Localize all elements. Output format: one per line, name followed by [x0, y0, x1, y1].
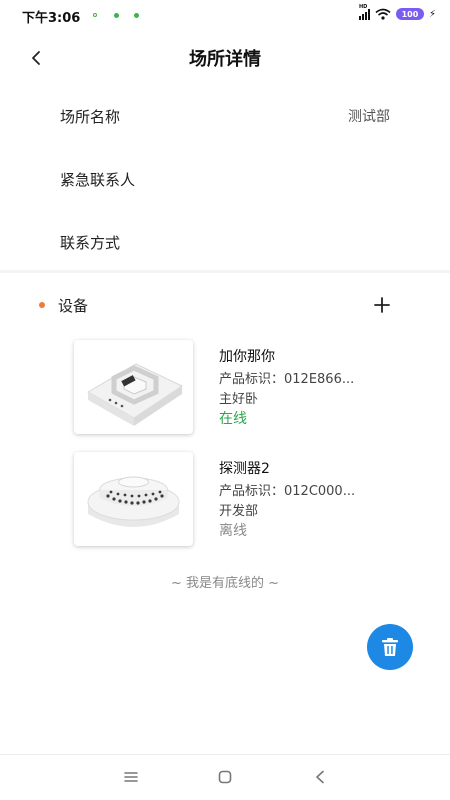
battery-icon: 100	[395, 8, 424, 20]
trash-icon	[382, 638, 398, 656]
info-row-contact-method[interactable]: 联系方式	[0, 222, 450, 262]
round-smoke-detector-image	[74, 452, 193, 546]
device-status: 离线	[219, 523, 247, 539]
info-row-emergency-contact[interactable]: 紧急联系人	[0, 159, 450, 199]
home-button[interactable]	[215, 767, 235, 787]
list-end-note: ~ 我是有底线的 ~	[170, 576, 280, 591]
device-id: 产品标识：012C000...	[219, 484, 356, 499]
devices-section-header: 设备	[0, 290, 450, 320]
devices-section-title: 设备	[58, 297, 89, 315]
info-label: 联系方式	[60, 234, 121, 252]
status-bar: 下午3:06 HD 100 ⚡	[0, 0, 450, 32]
header: 场所详情	[0, 36, 450, 80]
notification-dot-icon	[93, 13, 97, 17]
square-detector-image	[74, 340, 193, 434]
signal-icon: HD	[358, 4, 370, 20]
network-tag: HD	[358, 3, 368, 10]
system-back-button[interactable]	[310, 767, 330, 787]
info-row-place-name[interactable]: 场所名称 测试部	[0, 96, 450, 136]
page-title: 场所详情	[189, 49, 261, 70]
screen: 下午3:06 HD 100 ⚡ 场所详情 场所名称 测试部 紧急联系人 联系方式…	[0, 0, 450, 800]
battery-level: 100	[401, 9, 419, 19]
device-id: 产品标识：012E866...	[219, 372, 355, 387]
wifi-icon	[375, 8, 391, 20]
delete-button[interactable]	[367, 624, 413, 670]
device-card[interactable]: 加你那你 产品标识：012E866... 主好卧 在线	[0, 340, 450, 438]
section-bullet-icon	[39, 302, 45, 308]
device-status: 在线	[219, 411, 247, 427]
info-value: 测试部	[348, 109, 390, 125]
device-room: 开发部	[219, 504, 259, 519]
menu-button[interactable]	[121, 767, 141, 787]
status-time: 下午3:06	[22, 11, 81, 26]
notification-dot-icon	[134, 13, 139, 18]
info-label: 紧急联系人	[60, 171, 136, 189]
device-name: 探测器2	[219, 461, 270, 477]
section-divider	[0, 270, 450, 273]
device-card[interactable]: 探测器2 产品标识：012C000... 开发部 离线	[0, 452, 450, 550]
system-nav-bar	[0, 754, 450, 800]
device-room: 主好卧	[219, 392, 259, 407]
charging-icon: ⚡	[428, 8, 436, 20]
back-triangle-icon	[316, 770, 324, 784]
home-square-icon	[218, 770, 232, 784]
notification-dot-icon	[114, 13, 119, 18]
device-name: 加你那你	[219, 349, 275, 365]
status-indicators: HD 100 ⚡	[358, 4, 436, 20]
plus-icon	[374, 297, 390, 313]
add-device-button[interactable]	[372, 295, 392, 315]
menu-icon	[124, 772, 138, 782]
info-label: 场所名称	[60, 108, 121, 126]
